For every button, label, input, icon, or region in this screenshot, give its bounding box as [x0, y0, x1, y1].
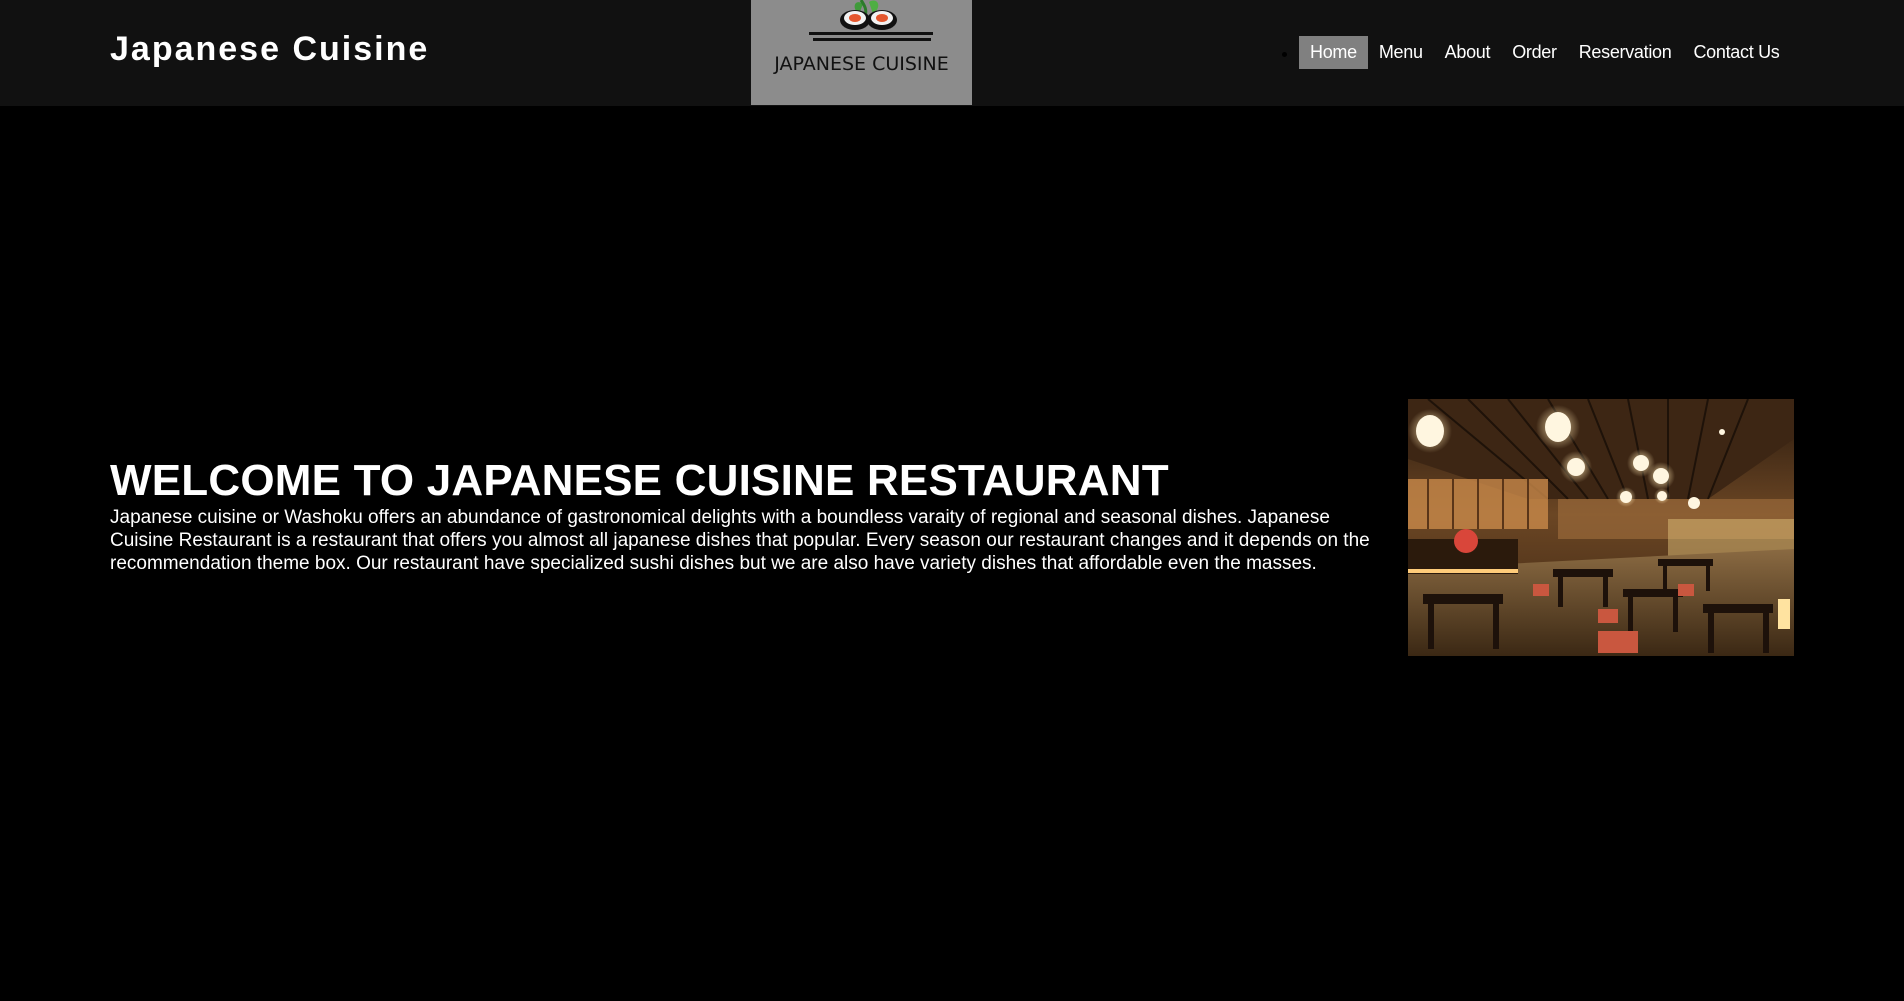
- nav-bullet: [1282, 51, 1287, 57]
- restaurant-interior-image: [1408, 399, 1794, 656]
- site-header: Japanese Cuisine JAPANESE CUISINE Home M…: [0, 0, 1904, 106]
- nav-item-contact-us[interactable]: Contact Us: [1682, 36, 1790, 69]
- hero-heading: WELCOME TO JAPANESE CUISINE RESTAURANT: [110, 456, 1169, 505]
- main-nav: Home Menu About Order Reservation Contac…: [1282, 35, 1791, 69]
- logo-text: JAPANESE CUISINE: [774, 53, 949, 75]
- sushi-logo-icon: [809, 0, 933, 41]
- logo[interactable]: JAPANESE CUISINE: [751, 0, 972, 105]
- nav-item-reservation[interactable]: Reservation: [1568, 36, 1683, 69]
- nav-item-home[interactable]: Home: [1299, 35, 1368, 69]
- nav-item-about[interactable]: About: [1434, 36, 1502, 69]
- site-title: Japanese Cuisine: [110, 30, 430, 68]
- nav-item-order[interactable]: Order: [1501, 36, 1568, 69]
- nav-item-menu[interactable]: Menu: [1368, 36, 1434, 69]
- hero-paragraph: Japanese cuisine or Washoku offers an ab…: [110, 507, 1370, 574]
